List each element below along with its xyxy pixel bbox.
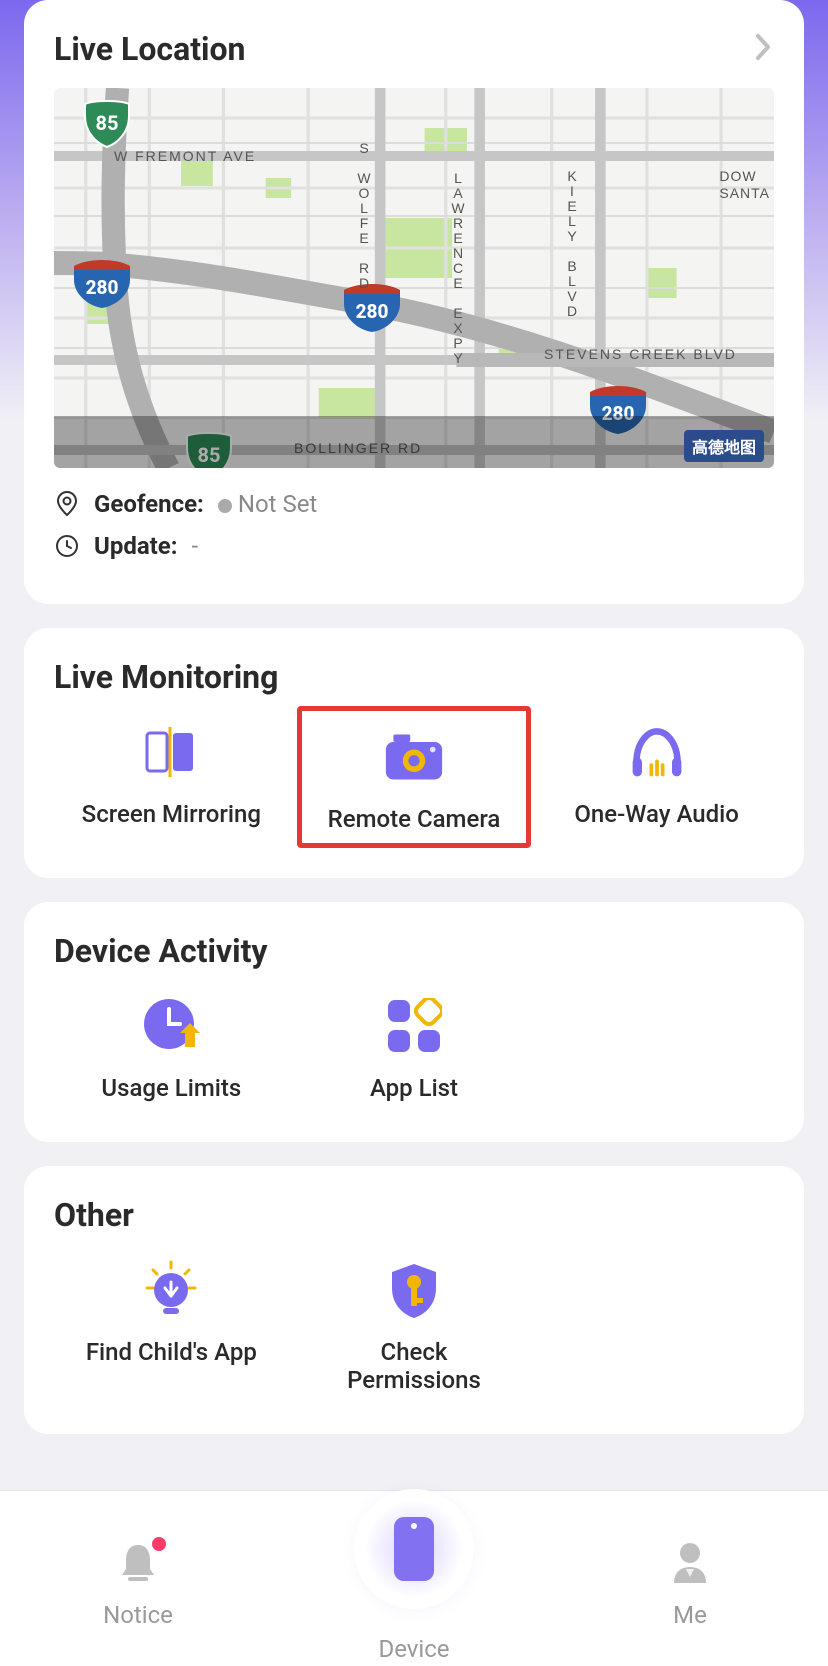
road-label: LAWRENCE EXPY	[450, 170, 466, 365]
remote-camera-label: Remote Camera	[328, 805, 501, 833]
road-label: STEVENS CREEK BLVD	[544, 346, 737, 362]
usage-limits-item[interactable]: Usage Limits	[54, 980, 289, 1112]
tab-notice-label: Notice	[103, 1601, 173, 1629]
road-label: KIELY BLVD	[564, 168, 580, 318]
tab-notice[interactable]: Notice	[38, 1539, 238, 1629]
live-monitoring-title: Live Monitoring	[54, 658, 774, 696]
map-labels: W FREMONT AVE S WOLFE RD LAWRENCE EXPY K…	[54, 88, 774, 468]
screen-mirroring-item[interactable]: Screen Mirroring	[54, 706, 289, 848]
road-label: DOW SANTA	[719, 168, 770, 202]
check-permissions-label: Check Permissions	[347, 1338, 481, 1394]
map[interactable]: 85 85 280 280 280 W FREMONT AVE S WOLFE …	[54, 88, 774, 468]
phone-icon	[394, 1517, 434, 1581]
check-permissions-item[interactable]: Check Permissions	[297, 1244, 532, 1404]
app-list-label: App List	[370, 1074, 458, 1102]
device-activity-card: Device Activity Usage Limits	[24, 902, 804, 1142]
lightbulb-icon	[141, 1262, 201, 1318]
chevron-right-icon	[754, 32, 774, 66]
live-location-header[interactable]: Live Location	[54, 30, 774, 68]
screen-mirroring-�label: Screen Mirroring	[82, 800, 261, 828]
camera-icon	[384, 729, 444, 785]
tab-device-label: Device	[378, 1635, 449, 1663]
geofence-row: Geofence: Not Set	[54, 490, 774, 518]
live-monitoring-card: Live Monitoring Screen Mirroring	[24, 628, 804, 878]
live-location-title: Live Location	[54, 30, 245, 68]
map-footer	[54, 416, 774, 468]
bell-icon	[114, 1539, 162, 1591]
road-label: W FREMONT AVE	[114, 148, 256, 164]
live-location-card: Live Location	[24, 0, 804, 604]
tab-me[interactable]: Me	[590, 1539, 790, 1629]
device-fob	[354, 1489, 474, 1609]
geofence-label: Geofence:	[94, 490, 204, 518]
headphones-icon	[627, 724, 687, 780]
geofence-pin-icon	[54, 490, 80, 518]
find-childs-app-item[interactable]: Find Child's App	[54, 1244, 289, 1404]
clock-icon	[54, 534, 80, 558]
geofence-value: Not Set	[218, 490, 317, 518]
usage-limits-icon	[141, 998, 201, 1054]
road-label: S WOLFE RD	[356, 140, 372, 290]
one-way-audio-label: One-Way Audio	[574, 800, 739, 828]
bottom-nav: Notice Device Me	[0, 1490, 828, 1666]
update-value: -	[192, 532, 199, 560]
find-childs-app-label: Find Child's App	[86, 1338, 257, 1366]
apps-grid-icon	[384, 998, 444, 1054]
device-activity-title: Device Activity	[54, 932, 774, 970]
other-title: Other	[54, 1196, 774, 1234]
notification-dot-icon	[152, 1537, 166, 1551]
tab-me-label: Me	[673, 1601, 707, 1629]
screen-mirroring-icon	[141, 724, 201, 780]
app-list-item[interactable]: App List	[297, 980, 532, 1112]
shield-key-icon	[384, 1262, 444, 1318]
one-way-audio-item[interactable]: One-Way Audio	[539, 706, 774, 848]
update-row: Update: -	[54, 532, 774, 560]
update-label: Update:	[94, 532, 178, 560]
remote-camera-item[interactable]: Remote Camera	[297, 706, 532, 848]
person-icon	[666, 1539, 714, 1591]
map-attribution: 高德地图	[684, 430, 764, 462]
usage-limits-label: Usage Limits	[101, 1074, 241, 1102]
other-card: Other Find Child's App	[24, 1166, 804, 1434]
